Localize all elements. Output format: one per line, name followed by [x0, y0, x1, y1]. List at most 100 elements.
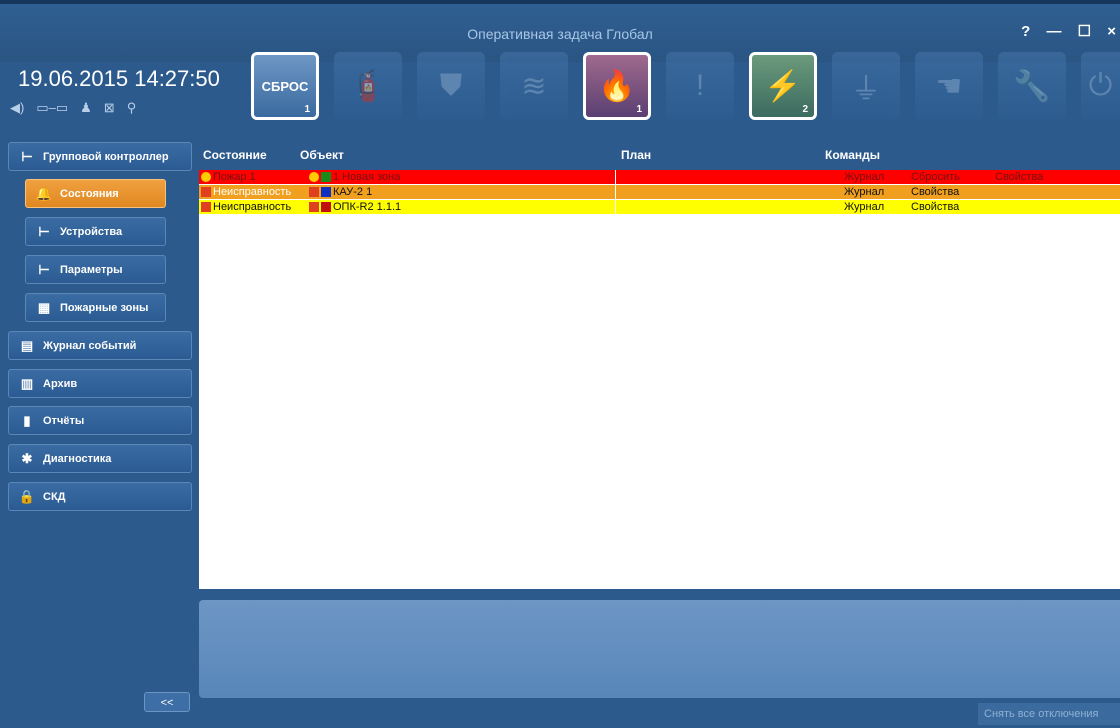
power-off-icon: ⏻ [1088, 69, 1113, 102]
smoke-icon: ≋ [521, 69, 547, 103]
table-row[interactable]: Неисправность ОПК-R2 1.1.1 Журнал Свойст… [199, 200, 1120, 215]
close-box-icon[interactable]: ⊠ [104, 100, 115, 116]
object-text: ОПК-R2 1.1.1 [333, 201, 402, 213]
column-divider [615, 170, 616, 184]
fault-icon [201, 187, 211, 198]
window-title: Оперативная задача Глобал [467, 26, 653, 42]
column-divider [615, 185, 616, 199]
column-header-object[interactable]: Объект [300, 148, 344, 162]
sidebar-item-group-controller[interactable]: ⊢ Групповой контроллер [8, 142, 192, 171]
sidebar-item-diagnostics[interactable]: ✱ Диагностика [8, 444, 192, 473]
fire-button[interactable]: 🔥 1 [583, 52, 651, 120]
sidebar-item-states[interactable]: 🔔 Состояния [25, 179, 166, 208]
sidebar-item-archive[interactable]: ▥ Архив [8, 369, 192, 398]
sidebar-item-label: Групповой контроллер [43, 150, 169, 163]
bar-chart-icon: ▮ [23, 412, 31, 428]
reset-button[interactable]: СБРОС 1 [251, 52, 319, 120]
sidebar-item-fire-zones[interactable]: ▦ Пожарные зоны [25, 293, 166, 322]
properties-link[interactable]: Свойства [911, 200, 959, 214]
sidebar-item-event-log[interactable]: ▤ Журнал событий [8, 331, 192, 360]
sidebar-item-label: Диагностика [43, 452, 112, 465]
sidebar-item-label: Журнал событий [43, 339, 137, 352]
column-divider [615, 200, 616, 214]
column-header-plan[interactable]: План [621, 148, 651, 162]
extinguisher-button[interactable]: 🧯 [334, 52, 402, 120]
reset-count: 1 [304, 104, 310, 115]
fire-count: 1 [636, 104, 642, 115]
tree-icon: ⊢ [21, 148, 33, 164]
sidebar-item-label: Пожарные зоны [60, 301, 149, 314]
manual-button[interactable]: ☚ [915, 52, 983, 120]
object-text: КАУ-2 1 [333, 186, 373, 198]
table-row[interactable]: Неисправность КАУ-2 1 Журнал Свойства [199, 185, 1120, 200]
shutdown-button[interactable]: ⏻ [1081, 52, 1120, 120]
alert-button[interactable]: ! [666, 52, 734, 120]
power-button[interactable]: ⚡ 2 [749, 52, 817, 120]
fault-icon [201, 202, 211, 213]
state-text: Неисправность [213, 186, 292, 198]
sidebar-item-label: Параметры [60, 263, 123, 276]
tree-icon: ⊢ [38, 261, 50, 277]
bug-icon: ✱ [21, 450, 33, 466]
object-cell[interactable]: 1 Новая зона [309, 170, 400, 184]
column-header-commands[interactable]: Команды [825, 148, 880, 162]
grid-icon: ▦ [37, 299, 51, 315]
collapse-sidebar-button[interactable]: << [144, 692, 190, 712]
sidebar-item-label: Архив [43, 377, 78, 390]
states-table: Состояние Объект План Команды Пожар 1 1 … [199, 142, 1120, 589]
bell-icon: 🔔 [35, 185, 53, 201]
sidebar-item-reports[interactable]: ▮ Отчёты [8, 406, 192, 435]
device-icon [321, 187, 331, 198]
sidebar-item-label: Устройства [60, 225, 123, 238]
service-button[interactable]: 🔧 [998, 52, 1066, 120]
sidebar-item-label: СКД [43, 490, 66, 503]
smoke-button[interactable]: ≋ [500, 52, 568, 120]
journal-link[interactable]: Журнал [844, 200, 884, 214]
reset-button-label: СБРОС [261, 78, 309, 94]
sidebar-item-label: Состояния [60, 187, 119, 200]
properties-link[interactable]: Свойства [995, 170, 1043, 184]
log-icon: ▤ [20, 337, 34, 353]
location-off-icon[interactable]: ⚲ [127, 100, 137, 116]
lock-icon: 🔒 [18, 488, 36, 504]
sound-icon[interactable]: ◀) [10, 100, 24, 116]
tree-icon: ⊢ [38, 223, 50, 239]
exclamation-icon: ! [695, 69, 705, 102]
object-cell[interactable]: КАУ-2 1 [309, 185, 372, 199]
table-row[interactable]: Пожар 1 1 Новая зона Журнал Сбросить Сво… [199, 170, 1120, 185]
fault-icon [309, 187, 319, 198]
disconnect-button[interactable]: ⏚ [832, 52, 900, 120]
object-cell[interactable]: ОПК-R2 1.1.1 [309, 200, 401, 214]
device-icon [321, 202, 331, 213]
column-header-state[interactable]: Состояние [203, 148, 267, 162]
hand-icon: ☚ [935, 69, 963, 103]
network-icon[interactable]: ▭–▭ [36, 100, 68, 116]
window-controls[interactable]: ? — ☐ × [1021, 22, 1120, 40]
reset-link[interactable]: Сбросить [911, 170, 960, 184]
sidebar-item-label: Отчёты [43, 414, 85, 427]
properties-link[interactable]: Свойства [911, 185, 959, 199]
user-icon[interactable]: ♟ [80, 100, 92, 116]
journal-link[interactable]: Журнал [844, 170, 884, 184]
fault-icon [309, 202, 319, 213]
table-header: Состояние Объект План Команды [199, 142, 1120, 170]
shield-button[interactable]: ⛊ [417, 52, 485, 120]
state-cell: Неисправность [201, 200, 291, 214]
current-datetime: 19.06.2015 14:27:50 [18, 66, 220, 91]
state-cell: Неисправность [201, 185, 291, 199]
sidebar-item-access-control[interactable]: 🔒 СКД [8, 482, 192, 511]
lightning-icon: ⚡ [764, 69, 802, 103]
zone-icon [321, 172, 331, 183]
flame-icon [201, 172, 211, 183]
journal-link[interactable]: Журнал [844, 185, 884, 199]
power-count: 2 [802, 104, 808, 115]
clear-all-disconnections-button[interactable]: Снять все отключения [978, 703, 1120, 725]
state-text: Пожар 1 [213, 171, 256, 183]
wrench-icon: 🔧 [1013, 69, 1051, 103]
status-icons: ◀) ▭–▭ ♟ ⊠ ⚲ [10, 100, 136, 116]
shield-icon: ⛊ [439, 69, 463, 102]
sidebar-item-parameters[interactable]: ⊢ Параметры [25, 255, 166, 284]
sidebar-item-devices[interactable]: ⊢ Устройства [25, 217, 166, 246]
state-cell: Пожар 1 [201, 170, 256, 184]
state-text: Неисправность [213, 201, 292, 213]
